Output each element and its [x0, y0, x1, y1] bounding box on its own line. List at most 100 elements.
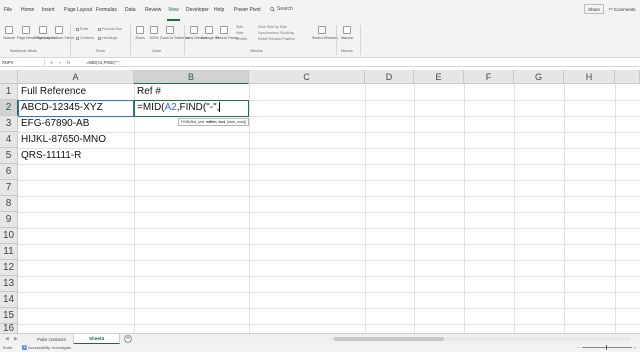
column-header-g[interactable]: G	[514, 70, 564, 84]
switch-windows-icon[interactable]	[318, 26, 326, 34]
zoom-slider-knob[interactable]	[605, 345, 608, 350]
row-header-7[interactable]: 7	[0, 180, 18, 196]
zoom-button[interactable]: Zoom	[132, 36, 148, 40]
ruler-checkbox[interactable]: Ruler	[76, 27, 89, 31]
scroll-sheets-left-icon[interactable]: ◀	[5, 336, 9, 342]
zoom-100-button[interactable]: 100%	[147, 36, 161, 40]
page-break-preview-icon[interactable]	[22, 26, 30, 34]
cell-a3[interactable]: EFG-67890-AB	[18, 116, 134, 132]
tab-home[interactable]: Home	[21, 7, 34, 13]
row-header-4[interactable]: 4	[0, 132, 18, 148]
formula-input[interactable]: =MID(A2,FIND("-",	[86, 59, 121, 66]
tab-file[interactable]: File	[4, 7, 12, 13]
new-window-button[interactable]: New Window	[186, 36, 207, 40]
cell-b1[interactable]: Ref #	[134, 84, 249, 100]
scrollbar-thumb[interactable]	[334, 337, 444, 341]
hide-button[interactable]: Hide	[236, 31, 243, 35]
zoom-out-icon[interactable]: −	[577, 345, 579, 350]
column-header-f[interactable]: F	[464, 70, 514, 84]
gridlines-checkbox[interactable]: Gridlines	[76, 36, 94, 40]
tab-power-pivot[interactable]: Power Pivot	[234, 7, 261, 13]
view-side-by-side-button[interactable]: View Side by Side	[258, 25, 287, 29]
page-layout-view-icon[interactable]	[39, 26, 47, 34]
zoom-selection-icon[interactable]	[166, 26, 174, 34]
add-sheet-icon[interactable]: +	[124, 335, 132, 343]
tab-review[interactable]: Review	[145, 7, 161, 13]
tab-page-layout[interactable]: Page Layout	[64, 7, 92, 13]
switch-windows-button[interactable]: Switch Windows	[312, 36, 338, 40]
page-break-preview-button[interactable]: Page Break Preview	[17, 36, 50, 40]
macros-icon[interactable]	[343, 26, 351, 34]
column-header-partial[interactable]	[615, 70, 640, 84]
column-header-e[interactable]: E	[414, 70, 464, 84]
insert-function-icon[interactable]: fx	[67, 59, 70, 66]
name-box[interactable]: XNPV	[1, 59, 45, 66]
tab-developer[interactable]: Developer	[186, 7, 209, 13]
tab-help[interactable]: Help	[214, 7, 224, 13]
zoom-in-icon[interactable]: +	[634, 345, 636, 350]
cell-a5[interactable]: QRS-11111-R	[18, 148, 134, 164]
cell-a1[interactable]: Full Reference	[18, 84, 134, 100]
reset-window-position-button[interactable]: Reset Window Position	[258, 37, 295, 41]
tab-view[interactable]: View	[168, 7, 179, 13]
enter-icon[interactable]: ✓	[59, 59, 63, 66]
row-header-5[interactable]: 5	[0, 148, 18, 164]
freeze-panes-button[interactable]: Freeze Panes	[216, 36, 238, 40]
normal-view-icon[interactable]	[5, 26, 13, 34]
tab-data[interactable]: Data	[125, 7, 136, 13]
search-box[interactable]: Search	[270, 6, 293, 12]
row-header-8[interactable]: 8	[0, 196, 18, 212]
zoom-icon[interactable]	[136, 26, 144, 34]
synchronous-scrolling-button[interactable]: Synchronous Scrolling	[258, 31, 294, 35]
cell-a4[interactable]: HIJKL-87650-MNO	[18, 132, 134, 148]
row-header-11[interactable]: 11	[0, 244, 18, 260]
function-argument-tooltip[interactable]: FIND(find_text, within_text, [start_num]…	[178, 118, 250, 126]
formula-bar-checkbox[interactable]: Formula Bar	[98, 27, 122, 31]
column-header-h[interactable]: H	[564, 70, 615, 84]
normal-view-button[interactable]: Normal	[2, 36, 16, 40]
column-header-c[interactable]: C	[249, 70, 365, 84]
tab-insert[interactable]: Insert	[42, 7, 55, 13]
tab-formulas[interactable]: Formulas	[96, 7, 117, 13]
split-button[interactable]: Split	[236, 25, 243, 29]
column-header-a[interactable]: A	[18, 70, 134, 84]
macros-button[interactable]: Macros	[338, 36, 356, 40]
column-header-b[interactable]: B	[134, 70, 249, 84]
freeze-panes-icon[interactable]	[220, 26, 228, 34]
new-window-icon[interactable]	[190, 26, 198, 34]
horizontal-scrollbar[interactable]	[330, 337, 630, 341]
unhide-button[interactable]: Unhide	[236, 37, 247, 41]
cell-b2-formula[interactable]: =MID(A2,FIND("-",	[137, 100, 221, 116]
row-header-10[interactable]: 10	[0, 228, 18, 244]
custom-views-button[interactable]: Custom Views	[51, 36, 74, 40]
row-header-14[interactable]: 14	[0, 292, 18, 308]
row-header-15[interactable]: 15	[0, 308, 18, 324]
row-header-12[interactable]: 12	[0, 260, 18, 276]
row-header-3[interactable]: 3	[0, 116, 18, 132]
spreadsheet-grid[interactable]: A B C D E F G H 1 2 3 4 5 6 7 8 9 10 11 …	[0, 70, 640, 334]
select-all-corner[interactable]	[0, 70, 18, 84]
zoom-slider[interactable]	[581, 345, 632, 350]
sheet-tab-fake-contacts[interactable]: Fake contacts	[30, 334, 74, 344]
row-header-1[interactable]: 1	[0, 84, 18, 100]
headings-checkbox[interactable]: Headings	[98, 36, 117, 40]
accessibility-status[interactable]: ♿ Accessibility: Investigate	[22, 345, 71, 350]
share-button[interactable]: Share	[584, 4, 604, 14]
scroll-sheets-right-icon[interactable]: ▶	[14, 336, 18, 342]
row-header-2[interactable]: 2	[0, 100, 18, 116]
row-header-13[interactable]: 13	[0, 276, 18, 292]
cell-a2[interactable]: ABCD-12345-XYZ	[18, 100, 134, 116]
sheet-tab-sheet4[interactable]: Sheet4	[74, 334, 120, 344]
column-header-d[interactable]: D	[365, 70, 414, 84]
row-header-6[interactable]: 6	[0, 164, 18, 180]
zoom-100-icon[interactable]	[150, 26, 158, 34]
arrange-all-icon[interactable]	[205, 26, 213, 34]
arrange-all-button[interactable]: Arrange All	[201, 36, 219, 40]
zoom-slider-group[interactable]: − +	[577, 345, 636, 350]
custom-views-icon[interactable]	[55, 26, 63, 34]
comments-button[interactable]: ▭ Comments	[608, 4, 636, 14]
page-layout-view-button[interactable]: Page Layout	[35, 36, 55, 40]
zoom-to-selection-button[interactable]: Zoom to Selection	[160, 36, 189, 40]
cancel-icon[interactable]: ✕	[50, 59, 54, 66]
row-header-9[interactable]: 9	[0, 212, 18, 228]
